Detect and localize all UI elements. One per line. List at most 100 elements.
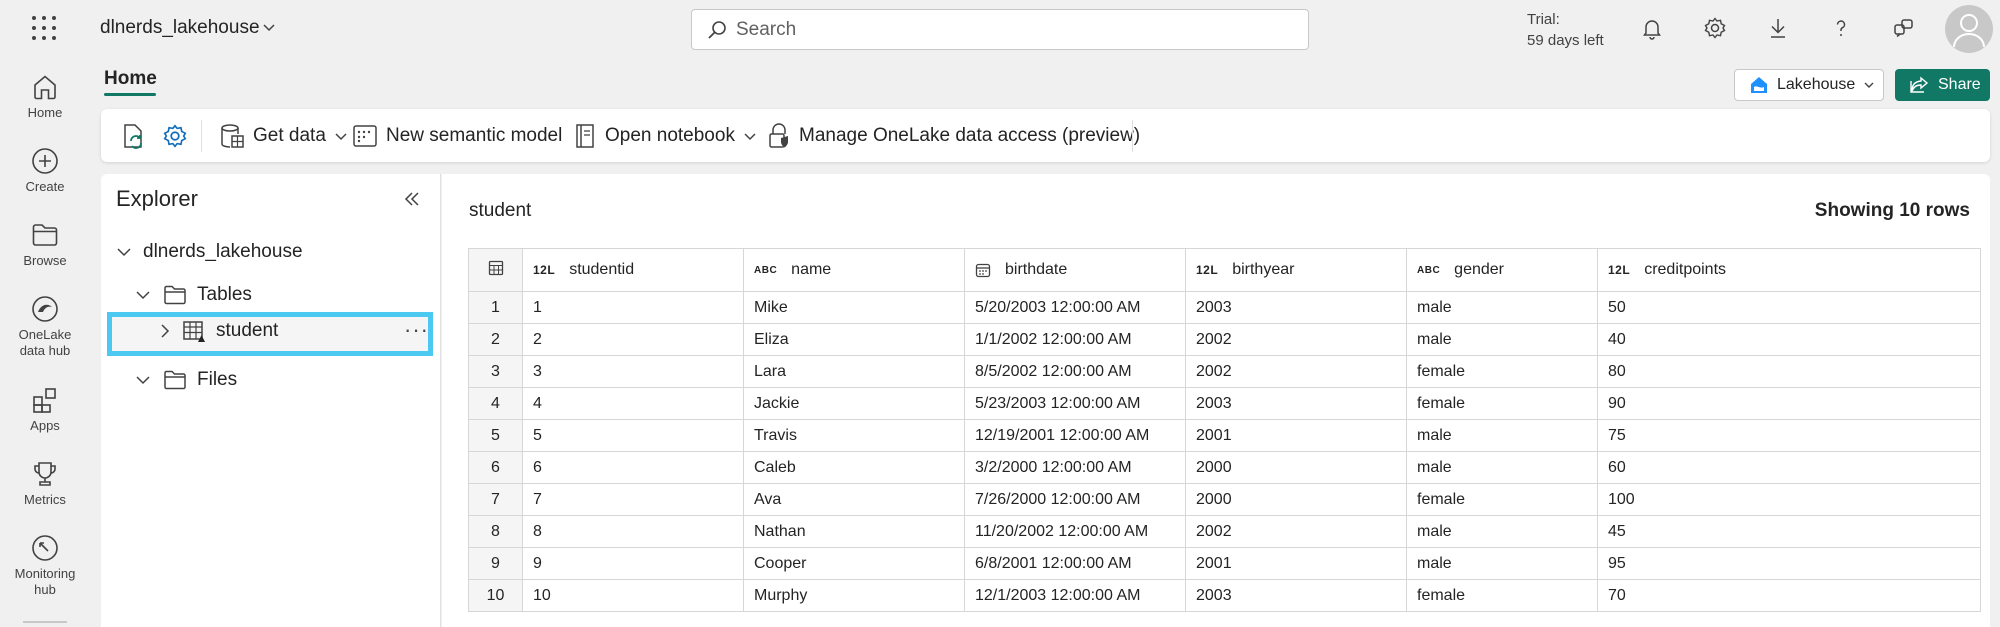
tree-item-tables[interactable]: Tables xyxy=(134,275,252,315)
table-row[interactable]: 5 5 Travis 12/19/2001 12:00:00 AM 2001 male 75 xyxy=(468,419,1981,452)
cell-creditpoints[interactable]: 90 xyxy=(1597,387,1981,420)
bell-icon[interactable] xyxy=(1638,14,1666,42)
tab-home[interactable]: Home xyxy=(104,68,157,90)
cell-creditpoints[interactable]: 70 xyxy=(1597,579,1981,612)
cell-birthyear[interactable]: 2001 xyxy=(1185,419,1407,452)
nav-onelake-data-hub[interactable]: OneLake data hub xyxy=(0,294,90,359)
cell-name[interactable]: Murphy xyxy=(743,579,965,612)
table-row[interactable]: 6 6 Caleb 3/2/2000 12:00:00 AM 2000 male 60 xyxy=(468,451,1981,484)
cell-birthdate[interactable]: 5/23/2003 12:00:00 AM xyxy=(964,387,1186,420)
cell-name[interactable]: Lara xyxy=(743,355,965,388)
row-number[interactable]: 3 xyxy=(468,355,523,388)
cell-gender[interactable]: male xyxy=(1406,451,1598,484)
nav-create[interactable]: Create xyxy=(0,146,90,195)
search-input[interactable] xyxy=(736,18,1296,42)
row-number[interactable]: 2 xyxy=(468,323,523,356)
tree-item-files[interactable]: Files xyxy=(134,360,237,400)
table-row[interactable]: 7 7 Ava 7/26/2000 12:00:00 AM 2000 female 100 xyxy=(468,483,1981,516)
cell-creditpoints[interactable]: 95 xyxy=(1597,547,1981,580)
trial-status[interactable]: Trial: 59 days left xyxy=(1527,9,1604,51)
cell-gender[interactable]: male xyxy=(1406,515,1598,548)
table-row[interactable]: 3 3 Lara 8/5/2002 12:00:00 AM 2002 female 80 xyxy=(468,355,1981,388)
chevron-down-icon[interactable] xyxy=(134,286,152,304)
share-button[interactable]: Share xyxy=(1895,69,1990,101)
cell-birthyear[interactable]: 2000 xyxy=(1185,483,1407,516)
cell-studentid[interactable]: 4 xyxy=(522,387,744,420)
cell-gender[interactable]: female xyxy=(1406,387,1598,420)
row-number[interactable]: 4 xyxy=(468,387,523,420)
row-number[interactable]: 10 xyxy=(468,579,523,612)
table-row[interactable]: 9 9 Cooper 6/8/2001 12:00:00 AM 2001 male 95 xyxy=(468,547,1981,580)
cell-birthdate[interactable]: 7/26/2000 12:00:00 AM xyxy=(964,483,1186,516)
cell-creditpoints[interactable]: 50 xyxy=(1597,291,1981,324)
cell-gender[interactable]: female xyxy=(1406,355,1598,388)
cell-creditpoints[interactable]: 40 xyxy=(1597,323,1981,356)
column-header-birthdate[interactable]: birthdate xyxy=(964,248,1186,292)
cell-studentid[interactable]: 1 xyxy=(522,291,744,324)
manage-onelake-access-button[interactable]: Manage OneLake data access (preview) xyxy=(767,121,1140,151)
cell-birthdate[interactable]: 1/1/2002 12:00:00 AM xyxy=(964,323,1186,356)
cell-studentid[interactable]: 8 xyxy=(522,515,744,548)
cell-studentid[interactable]: 6 xyxy=(522,451,744,484)
chevron-down-icon[interactable] xyxy=(262,20,276,34)
nav-home[interactable]: Home xyxy=(0,72,90,121)
cell-birthdate[interactable]: 6/8/2001 12:00:00 AM xyxy=(964,547,1186,580)
column-header-gender[interactable]: ABC gender xyxy=(1406,248,1598,292)
nav-browse[interactable]: Browse xyxy=(0,220,90,269)
new-semantic-model-button[interactable]: New semantic model xyxy=(352,121,562,151)
cell-gender[interactable]: female xyxy=(1406,483,1598,516)
cell-studentid[interactable]: 10 xyxy=(522,579,744,612)
chevron-down-icon[interactable] xyxy=(134,371,152,389)
cell-name[interactable]: Nathan xyxy=(743,515,965,548)
collapse-panel-icon[interactable] xyxy=(403,190,421,208)
table-row[interactable]: 10 10 Murphy 12/1/2003 12:00:00 AM 2003 femal… xyxy=(468,579,1981,612)
table-row[interactable]: 8 8 Nathan 11/20/2002 12:00:00 AM 2002 male 45 xyxy=(468,515,1981,548)
chevron-down-icon[interactable] xyxy=(115,243,133,261)
cell-birthyear[interactable]: 2003 xyxy=(1185,579,1407,612)
more-options-icon[interactable]: ··· xyxy=(404,317,429,343)
cell-birthdate[interactable]: 12/19/2001 12:00:00 AM xyxy=(964,419,1186,452)
cell-birthdate[interactable]: 8/5/2002 12:00:00 AM xyxy=(964,355,1186,388)
cell-name[interactable]: Travis xyxy=(743,419,965,452)
row-number[interactable]: 6 xyxy=(468,451,523,484)
gear-icon[interactable] xyxy=(1701,14,1729,42)
feedback-icon[interactable] xyxy=(1890,14,1918,42)
cell-creditpoints[interactable]: 75 xyxy=(1597,419,1981,452)
cell-birthyear[interactable]: 2003 xyxy=(1185,387,1407,420)
cell-birthyear[interactable]: 2000 xyxy=(1185,451,1407,484)
search-box[interactable] xyxy=(691,9,1309,50)
avatar[interactable] xyxy=(1945,5,1993,53)
chevron-right-icon[interactable] xyxy=(156,322,174,340)
cell-studentid[interactable]: 3 xyxy=(522,355,744,388)
cell-name[interactable]: Ava xyxy=(743,483,965,516)
cell-birthdate[interactable]: 3/2/2000 12:00:00 AM xyxy=(964,451,1186,484)
cell-name[interactable]: Mike xyxy=(743,291,965,324)
cell-studentid[interactable]: 5 xyxy=(522,419,744,452)
column-header-studentid[interactable]: 12L studentid xyxy=(522,248,744,292)
lakehouse-switcher-button[interactable]: Lakehouse xyxy=(1734,69,1884,101)
cell-birthyear[interactable]: 2002 xyxy=(1185,515,1407,548)
column-header-name[interactable]: ABC name xyxy=(743,248,965,292)
select-all-cell[interactable] xyxy=(468,248,523,292)
cell-studentid[interactable]: 7 xyxy=(522,483,744,516)
row-number[interactable]: 7 xyxy=(468,483,523,516)
cell-name[interactable]: Caleb xyxy=(743,451,965,484)
app-launcher-icon[interactable] xyxy=(32,16,56,40)
cell-gender[interactable]: male xyxy=(1406,291,1598,324)
table-row[interactable]: 1 1 Mike 5/20/2003 12:00:00 AM 2003 male 50 xyxy=(468,291,1981,324)
cell-birthyear[interactable]: 2002 xyxy=(1185,355,1407,388)
row-number[interactable]: 9 xyxy=(468,547,523,580)
help-icon[interactable] xyxy=(1827,14,1855,42)
cell-birthyear[interactable]: 2003 xyxy=(1185,291,1407,324)
refresh-button[interactable] xyxy=(121,121,147,151)
cell-birthdate[interactable]: 5/20/2003 12:00:00 AM xyxy=(964,291,1186,324)
cell-birthyear[interactable]: 2001 xyxy=(1185,547,1407,580)
cell-gender[interactable]: male xyxy=(1406,323,1598,356)
nav-monitoring-hub[interactable]: Monitoring hub xyxy=(0,533,90,598)
cell-creditpoints[interactable]: 60 xyxy=(1597,451,1981,484)
cell-birthdate[interactable]: 11/20/2002 12:00:00 AM xyxy=(964,515,1186,548)
row-number[interactable]: 8 xyxy=(468,515,523,548)
cell-gender[interactable]: male xyxy=(1406,547,1598,580)
table-row[interactable]: 4 4 Jackie 5/23/2003 12:00:00 AM 2003 female 9… xyxy=(468,387,1981,420)
settings-button[interactable] xyxy=(162,121,188,151)
